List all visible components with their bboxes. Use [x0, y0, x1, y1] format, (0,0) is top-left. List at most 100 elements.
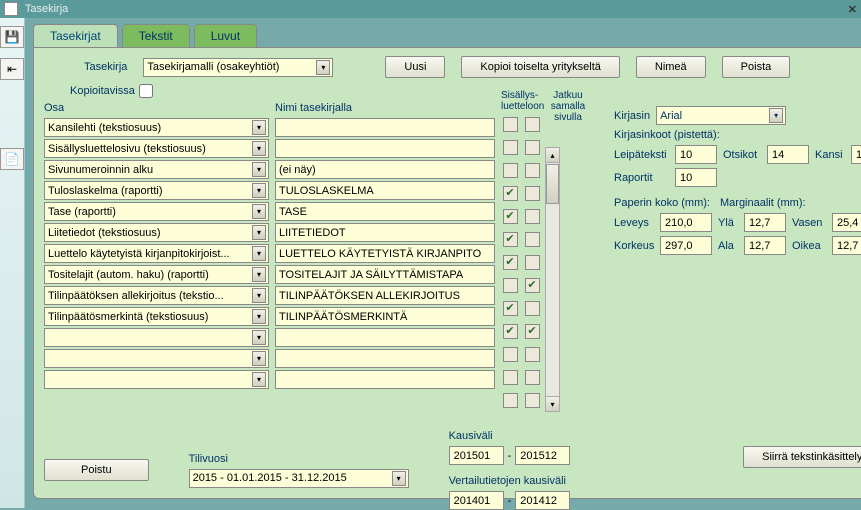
osa-select[interactable]: Tilinpäätöksen allekirjoitus (tekstio...…	[44, 286, 269, 305]
ala-label: Ala	[718, 240, 738, 252]
osa-select[interactable]: Liitetiedot (tekstiosuus)▾	[44, 223, 269, 242]
leipateksti-input[interactable]	[675, 145, 717, 164]
siirra-button[interactable]: Siirrä tekstinkäsittelyyn	[743, 446, 861, 468]
kopioitavissa-checkbox[interactable]	[139, 84, 153, 98]
nimi-input[interactable]: TULOSLASKELMA	[275, 181, 495, 200]
nimi-input[interactable]: TOSITELAJIT JA SÄILYTTÄMISTAPA	[275, 265, 495, 284]
scroll-down-icon[interactable]: ▾	[546, 396, 559, 411]
chevron-down-icon: ▾	[252, 288, 266, 303]
scroll-thumb[interactable]	[546, 164, 559, 204]
chevron-down-icon: ▾	[252, 246, 266, 261]
raportit-input[interactable]	[675, 168, 717, 187]
osa-select[interactable]: ▾	[44, 349, 269, 368]
nimi-input[interactable]: (ei näy)	[275, 160, 495, 179]
osa-value: Kansilehti (tekstiosuus)	[48, 122, 161, 134]
kirjasinkoot-label: Kirjasinkoot (pistettä):	[614, 129, 720, 141]
col-sisallys1: Sisällys-	[501, 90, 538, 101]
kansi-input[interactable]	[851, 145, 861, 164]
sisallys-checkbox[interactable]	[503, 209, 518, 224]
jatkuu-checkbox[interactable]	[525, 209, 540, 224]
jatkuu-checkbox[interactable]	[525, 232, 540, 247]
nimi-input[interactable]: TASE	[275, 202, 495, 221]
jatkuu-checkbox[interactable]	[525, 393, 540, 408]
nimi-input[interactable]: LUETTELO KÄYTETYISTÄ KIRJANPITO	[275, 244, 495, 263]
sisallys-checkbox[interactable]	[503, 347, 518, 362]
vertailu-to-input[interactable]	[515, 491, 570, 510]
tilivuosi-select[interactable]: 2015 - 01.01.2015 - 31.12.2015 ▾	[189, 469, 409, 488]
scroll-up-icon[interactable]: ▴	[546, 148, 559, 163]
nimi-input[interactable]	[275, 349, 495, 368]
jatkuu-checkbox[interactable]	[525, 255, 540, 270]
poista-button[interactable]: Poista	[722, 56, 791, 78]
osa-value: Tuloslaskelma (raportti)	[48, 185, 163, 197]
document-icon[interactable]: 📄	[0, 148, 24, 170]
kausi-to-input[interactable]	[515, 446, 570, 465]
sisallys-checkbox[interactable]	[503, 232, 518, 247]
poistu-button[interactable]: Poistu	[44, 459, 149, 481]
tasekirja-select[interactable]: Tasekirjamalli (osakeyhtiöt) ▾	[143, 58, 333, 77]
jatkuu-checkbox[interactable]	[525, 163, 540, 178]
uusi-button[interactable]: Uusi	[385, 56, 445, 78]
korkeus-input[interactable]	[660, 236, 712, 255]
otsikot-label: Otsikot	[723, 149, 761, 161]
tab-luvut[interactable]: Luvut	[194, 24, 257, 47]
exit-icon[interactable]: ⇤	[0, 58, 24, 80]
sisallys-checkbox[interactable]	[503, 393, 518, 408]
sisallys-checkbox[interactable]	[503, 255, 518, 270]
jatkuu-checkbox[interactable]	[525, 324, 540, 339]
font-select[interactable]: Arial ▾	[656, 106, 786, 125]
yla-label: Ylä	[718, 217, 738, 229]
sisallys-checkbox[interactable]	[503, 117, 518, 132]
osa-select[interactable]: Tilinpäätösmerkintä (tekstiosuus)▾	[44, 307, 269, 326]
nimi-input[interactable]: LIITETIEDOT	[275, 223, 495, 242]
osa-select[interactable]: Sivunumeroinnin alku▾	[44, 160, 269, 179]
jatkuu-checkbox[interactable]	[525, 140, 540, 155]
kausi-from-input[interactable]	[449, 446, 504, 465]
kansi-label: Kansi	[815, 149, 845, 161]
chevron-down-icon: ▾	[252, 267, 266, 282]
nimea-button[interactable]: Nimeä	[636, 56, 706, 78]
nimi-input[interactable]: TILINPÄÄTÖKSEN ALLEKIRJOITUS	[275, 286, 495, 305]
nimi-input[interactable]	[275, 139, 495, 158]
scrollbar[interactable]: ▴ ▾	[545, 147, 560, 412]
save-icon[interactable]: 💾	[0, 26, 24, 48]
vasen-input[interactable]	[832, 213, 861, 232]
jatkuu-checkbox[interactable]	[525, 370, 540, 385]
tab-tekstit[interactable]: Tekstit	[122, 24, 190, 47]
jatkuu-checkbox[interactable]	[525, 186, 540, 201]
chevron-down-icon: ▾	[316, 60, 330, 75]
osa-select[interactable]: Tase (raportti)▾	[44, 202, 269, 221]
osa-select[interactable]: ▾	[44, 370, 269, 389]
sisallys-checkbox[interactable]	[503, 186, 518, 201]
yla-input[interactable]	[744, 213, 786, 232]
jatkuu-checkbox[interactable]	[525, 117, 540, 132]
sisallys-checkbox[interactable]	[503, 163, 518, 178]
otsikot-input[interactable]	[767, 145, 809, 164]
osa-select[interactable]: Sisällysluettelosivu (tekstiosuus)▾	[44, 139, 269, 158]
osa-select[interactable]: Luettelo käytetyistä kirjanpitokirjoist.…	[44, 244, 269, 263]
nimi-input[interactable]	[275, 370, 495, 389]
chevron-down-icon: ▾	[252, 309, 266, 324]
osa-select[interactable]: Kansilehti (tekstiosuus)▾	[44, 118, 269, 137]
ala-input[interactable]	[744, 236, 786, 255]
jatkuu-checkbox[interactable]	[525, 347, 540, 362]
nimi-input[interactable]: TILINPÄÄTÖSMERKINTÄ	[275, 307, 495, 326]
sisallys-checkbox[interactable]	[503, 278, 518, 293]
sisallys-checkbox[interactable]	[503, 140, 518, 155]
nimi-input[interactable]	[275, 118, 495, 137]
nimi-input[interactable]	[275, 328, 495, 347]
tab-tasekirjat[interactable]: Tasekirjat	[33, 24, 118, 47]
oikea-input[interactable]	[832, 236, 861, 255]
close-icon[interactable]: ✕	[848, 3, 857, 16]
leveys-input[interactable]	[660, 213, 712, 232]
osa-select[interactable]: Tuloslaskelma (raportti)▾	[44, 181, 269, 200]
sisallys-checkbox[interactable]	[503, 370, 518, 385]
sisallys-checkbox[interactable]	[503, 324, 518, 339]
sisallys-checkbox[interactable]	[503, 301, 518, 316]
osa-select[interactable]: ▾	[44, 328, 269, 347]
jatkuu-checkbox[interactable]	[525, 278, 540, 293]
osa-select[interactable]: Tositelajit (autom. haku) (raportti)▾	[44, 265, 269, 284]
vertailu-from-input[interactable]	[449, 491, 504, 510]
jatkuu-checkbox[interactable]	[525, 301, 540, 316]
kopioi-button[interactable]: Kopioi toiselta yritykseltä	[461, 56, 619, 78]
